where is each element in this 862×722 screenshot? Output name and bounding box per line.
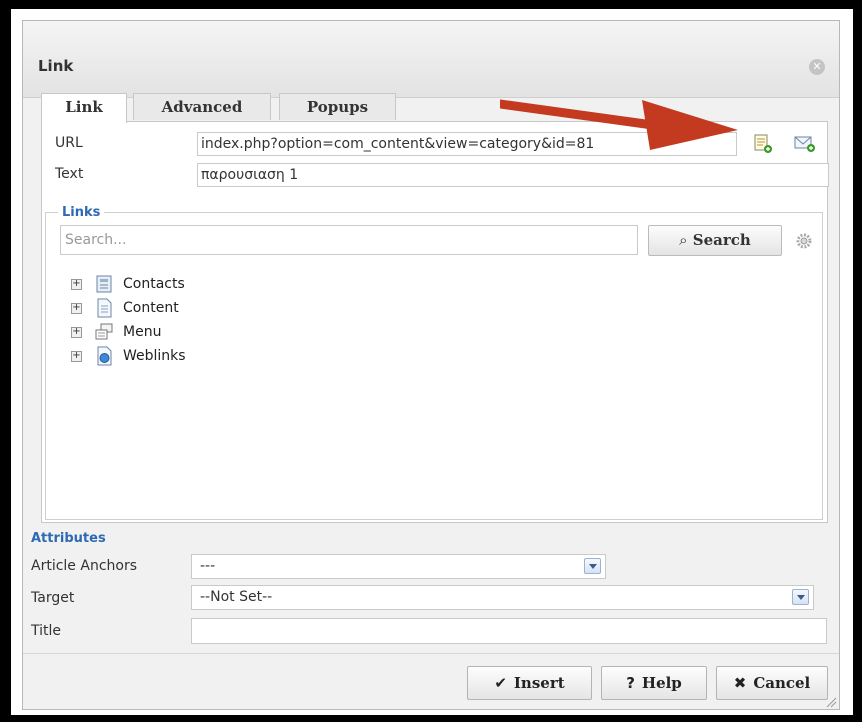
tree-label-content: Content <box>123 300 179 316</box>
expand-icon[interactable]: + <box>71 303 82 314</box>
dialog-footer: ✔ Insert ? Help ✖ Cancel <box>23 653 839 710</box>
help-button[interactable]: ? Help <box>601 666 707 700</box>
tab-popups[interactable]: Popups <box>279 93 396 120</box>
title-field[interactable] <box>191 618 827 644</box>
browse-document-icon[interactable] <box>752 134 774 154</box>
chevron-down-icon[interactable] <box>792 589 809 605</box>
insert-button[interactable]: ✔ Insert <box>467 666 592 700</box>
dialog-title: Link <box>38 57 74 75</box>
x-icon: ✖ <box>733 674 747 692</box>
question-icon: ? <box>626 674 635 692</box>
tree-label-contacts: Contacts <box>123 276 185 292</box>
contacts-icon <box>96 275 112 293</box>
expand-icon[interactable]: + <box>71 327 82 338</box>
close-icon[interactable]: ✕ <box>809 59 825 75</box>
checkmark-icon: ✔ <box>494 674 507 692</box>
text-label: Text <box>55 166 84 182</box>
search-icon: ⌕ <box>679 231 688 249</box>
search-button[interactable]: ⌕ Search <box>648 225 782 256</box>
link-dialog: Link ✕ Link Advanced Popups URL index.ph… <box>22 20 840 710</box>
tree-label-menu: Menu <box>123 324 162 340</box>
link-tab-panel: URL index.php?option=com_content&view=ca… <box>41 121 829 523</box>
url-field[interactable]: index.php?option=com_content&view=catego… <box>197 132 737 156</box>
insert-label: Insert <box>513 674 565 692</box>
tree-label-weblinks: Weblinks <box>123 348 186 364</box>
tab-advanced[interactable]: Advanced <box>133 93 271 120</box>
cancel-label: Cancel <box>753 674 811 692</box>
search-button-label: Search <box>692 231 751 249</box>
content-icon <box>97 298 112 318</box>
attributes-heading: Attributes <box>31 531 106 546</box>
target-value: --Not Set-- <box>200 589 273 605</box>
target-label: Target <box>31 590 75 606</box>
tab-link[interactable]: Link <box>41 93 127 123</box>
url-label: URL <box>55 135 83 151</box>
menu-icon <box>95 323 113 340</box>
title-label: Title <box>31 623 62 639</box>
cancel-button[interactable]: ✖ Cancel <box>716 666 828 700</box>
gear-icon[interactable] <box>795 232 813 250</box>
expand-icon[interactable]: + <box>71 279 82 290</box>
article-anchors-label: Article Anchors <box>31 558 137 574</box>
dialog-titlebar[interactable]: Link ✕ <box>23 21 839 98</box>
email-link-icon[interactable] <box>794 134 816 154</box>
article-anchors-select[interactable]: --- <box>191 554 606 579</box>
article-anchors-value: --- <box>200 558 216 574</box>
resize-handle-icon[interactable] <box>825 696 837 708</box>
search-input[interactable]: Search... <box>60 225 638 255</box>
text-field[interactable]: παρουσιαση 1 <box>197 163 829 187</box>
help-label: Help <box>641 674 682 692</box>
chevron-down-icon[interactable] <box>584 558 601 574</box>
links-legend: Links <box>62 205 101 220</box>
target-select[interactable]: --Not Set-- <box>191 585 814 610</box>
weblinks-icon <box>97 346 112 366</box>
expand-icon[interactable]: + <box>71 351 82 362</box>
